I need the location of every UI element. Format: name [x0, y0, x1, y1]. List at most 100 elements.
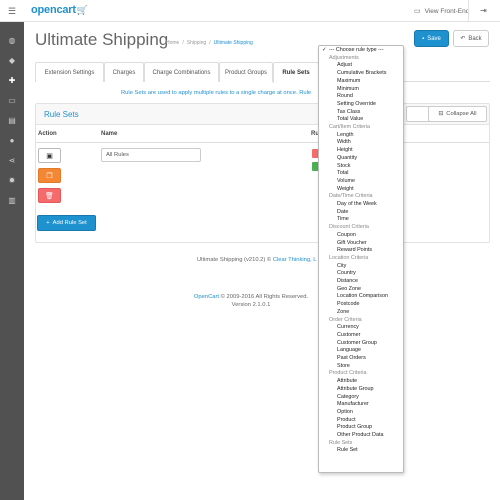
column-header-action: Action — [38, 131, 57, 137]
dropdown-option[interactable]: Attribute Group — [319, 386, 403, 394]
dropdown-option[interactable]: Location Comparison — [319, 293, 403, 301]
menu-toggle-icon[interactable]: ☰ — [0, 0, 24, 22]
delete-button[interactable]: 🗑 — [38, 188, 61, 203]
dropdown-option[interactable]: Tax Class — [319, 109, 403, 117]
tab-extension-settings[interactable]: Extension Settings — [35, 62, 104, 82]
back-button[interactable]: ↶ Back — [453, 30, 489, 47]
rule-set-name-input[interactable]: All Rules — [101, 148, 201, 162]
dropdown-option[interactable]: Setting Override — [319, 101, 403, 109]
dropdown-item-label: Quantity — [337, 154, 358, 161]
dropdown-option[interactable]: Other Product Data — [319, 432, 403, 440]
dropdown-option[interactable]: Round — [319, 93, 403, 101]
save-button[interactable]: ▪ Save — [414, 30, 449, 47]
dropdown-option[interactable]: Geo Zone — [319, 286, 403, 294]
dropdown-option[interactable]: Adjust — [319, 62, 403, 70]
dropdown-option[interactable]: Category — [319, 394, 403, 402]
dropdown-option[interactable]: Width — [319, 139, 403, 147]
dropdown-option[interactable]: Postcode — [319, 301, 403, 309]
dropdown-option[interactable]: Rule Set — [319, 447, 403, 455]
dropdown-option[interactable]: Maximum — [319, 78, 403, 86]
select-button[interactable]: ▣ — [38, 148, 61, 163]
select-icon: ▣ — [46, 152, 53, 160]
dropdown-item-label: Setting Override — [337, 100, 376, 107]
dropdown-option[interactable]: Height — [319, 147, 403, 155]
dropdown-option[interactable]: Stock — [319, 163, 403, 171]
dropdown-option[interactable]: Zone — [319, 309, 403, 317]
breadcrumb: Home / Shipping / Ultimate Shipping — [166, 40, 253, 46]
info-text: Rule Sets are used to apply multiple rul… — [121, 90, 312, 96]
dropdown-option[interactable]: Weight — [319, 186, 403, 194]
collapse-label: Collapse All — [446, 111, 477, 117]
dropdown-item-label: Stock — [337, 162, 351, 169]
breadcrumb-shipping[interactable]: Shipping — [187, 40, 206, 46]
tab-charges[interactable]: Charges — [104, 62, 144, 82]
share-icon[interactable]: ⋖ — [0, 150, 24, 170]
rule-type-dropdown[interactable]: ✓ --- Choose rule type --- Adjustments Adju… — [318, 45, 404, 473]
dropdown-option[interactable]: Attribute — [319, 378, 403, 386]
copyright-text: © 2009-2016 All Rights Reserved. — [219, 294, 309, 300]
collapse-icon: ⊟ — [438, 111, 444, 117]
dropdown-option[interactable]: Product Group — [319, 424, 403, 432]
dropdown-item-label: Gift Voucher — [337, 239, 367, 246]
cart-icon[interactable]: ▤ — [0, 110, 24, 130]
dropdown-option[interactable]: Cumulative Brackets — [319, 70, 403, 78]
user-icon[interactable]: ● — [0, 130, 24, 150]
dropdown-group-label: Location Criteria — [319, 255, 403, 263]
dropdown-item-label: Manufacturer — [337, 401, 369, 408]
dropdown-option[interactable]: Date — [319, 209, 403, 217]
dropdown-option[interactable]: Language — [319, 347, 403, 355]
dropdown-option[interactable]: Coupon — [319, 232, 403, 240]
dropdown-option[interactable]: Reward Points — [319, 247, 403, 255]
dropdown-option[interactable]: Store — [319, 363, 403, 371]
gear-icon[interactable]: ✹ — [0, 170, 24, 190]
dropdown-option[interactable]: Time — [319, 216, 403, 224]
tab-charge-combinations[interactable]: Charge Combinations — [144, 62, 219, 82]
dropdown-item-label: Coupon — [337, 231, 356, 238]
tags-icon[interactable]: ◆ — [0, 50, 24, 70]
dropdown-option[interactable]: Day of the Week — [319, 201, 403, 209]
dropdown-option[interactable]: Total Value — [319, 116, 403, 124]
opencart-logo[interactable]: opencart🛒 — [31, 4, 88, 16]
opencart-link[interactable]: OpenCart — [194, 294, 219, 300]
dropdown-item-label: Reward Points — [337, 247, 373, 254]
dropdown-option[interactable]: Volume — [319, 178, 403, 186]
tab-rule-sets[interactable]: Rule Sets — [273, 62, 319, 83]
save-label: Save — [427, 35, 441, 42]
view-front-end-link[interactable]: ▭ View Front-End — [414, 0, 469, 22]
dashboard-icon[interactable]: ◍ — [0, 30, 24, 50]
dropdown-option[interactable]: Gift Voucher — [319, 240, 403, 248]
add-rule-set-button[interactable]: + Add Rule Set — [37, 215, 96, 231]
logout-icon[interactable]: ⇥ — [480, 6, 487, 15]
dropdown-option[interactable]: Past Orders — [319, 355, 403, 363]
logo-text: opencart — [31, 4, 76, 16]
panel-title: Rule Sets — [44, 110, 79, 119]
dropdown-item-label: Length — [337, 131, 354, 138]
dropdown-option[interactable]: ✓ --- Choose rule type --- — [319, 47, 403, 55]
dropdown-option[interactable]: Product — [319, 417, 403, 425]
dropdown-item-label: Round — [337, 93, 353, 100]
dropdown-option[interactable]: City — [319, 263, 403, 271]
dropdown-group-label: Order Criteria — [319, 317, 403, 325]
dropdown-option[interactable]: Quantity — [319, 155, 403, 163]
breadcrumb-current[interactable]: Ultimate Shipping — [214, 40, 253, 46]
bar-chart-icon[interactable]: ▥ — [0, 190, 24, 210]
dropdown-group-label: Product Criteria — [319, 370, 403, 378]
dropdown-option[interactable]: Customer — [319, 332, 403, 340]
dropdown-option[interactable]: Manufacturer — [319, 401, 403, 409]
dropdown-option[interactable]: Minimum — [319, 86, 403, 94]
dropdown-option[interactable]: Length — [319, 132, 403, 140]
breadcrumb-home[interactable]: Home — [166, 40, 179, 46]
footer-author-link[interactable]: Clear Thinking, L — [273, 257, 317, 263]
copy-button[interactable]: ❐ — [38, 168, 61, 183]
dropdown-item-label: Date/Time Criteria — [329, 193, 373, 200]
dropdown-option[interactable]: Option — [319, 409, 403, 417]
dropdown-option[interactable]: Country — [319, 270, 403, 278]
dropdown-option[interactable]: Currency — [319, 324, 403, 332]
desktop-icon[interactable]: ▭ — [0, 90, 24, 110]
puzzle-icon[interactable]: ✚ — [0, 70, 24, 90]
tab-product-groups[interactable]: Product Groups — [219, 62, 273, 82]
dropdown-option[interactable]: Distance — [319, 278, 403, 286]
dropdown-option[interactable]: Customer Group — [319, 340, 403, 348]
collapse-all-button[interactable]: ⊟ Collapse All — [428, 106, 487, 122]
dropdown-option[interactable]: Total — [319, 170, 403, 178]
